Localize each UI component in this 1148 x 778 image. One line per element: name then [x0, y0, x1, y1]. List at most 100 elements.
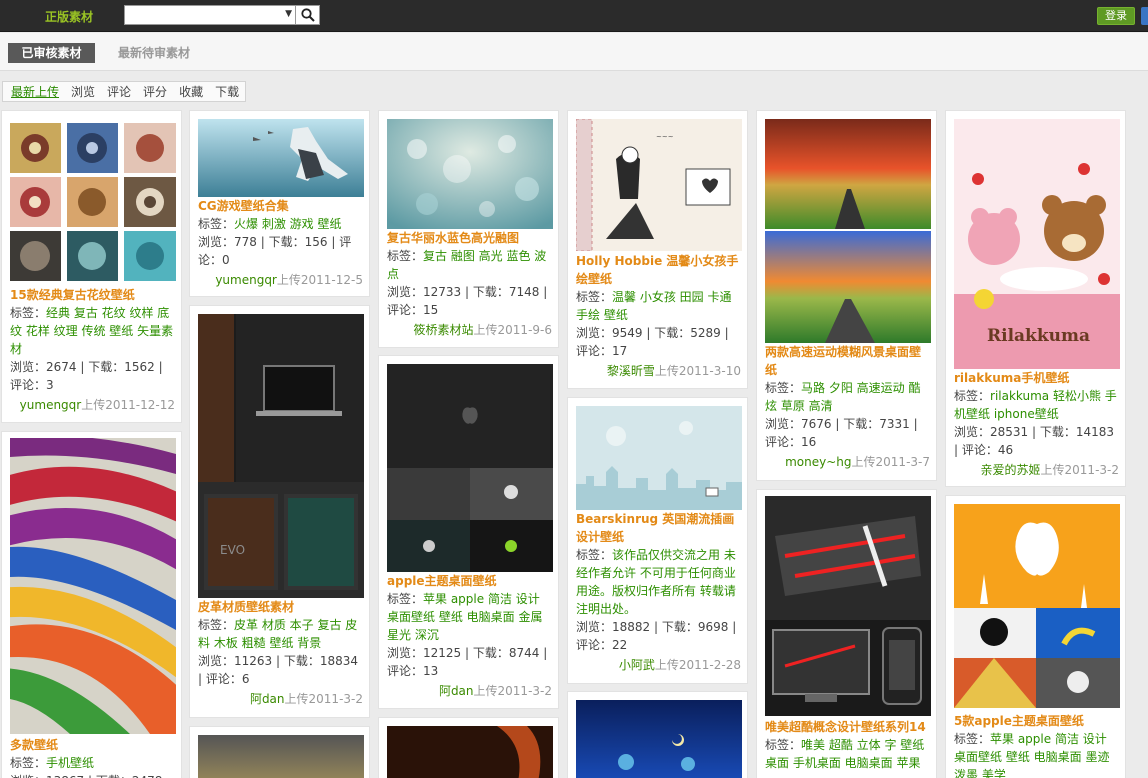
thumbnail-image[interactable] — [387, 364, 553, 572]
card-tags: 标签：苹果 apple 简洁 设计 桌面壁纸 壁纸 电脑桌面 墨迹 泼墨 美学 — [954, 730, 1119, 778]
tag-label: 标签： — [954, 732, 991, 746]
search-input[interactable] — [125, 6, 275, 24]
card-uploader: 筱桥素材站上传2011-9-6 — [387, 321, 553, 339]
uploaded-label: 上传 — [654, 364, 679, 378]
downloads-label: 下载： — [1039, 425, 1076, 439]
thumbnail-image[interactable] — [576, 406, 742, 510]
tab-approved[interactable]: 已审核素材 — [8, 43, 95, 63]
card-title[interactable]: Holly Hobbie 温馨小女孩手绘壁纸 — [576, 252, 741, 288]
views-label: 浏览： — [387, 285, 424, 299]
dropdown-arrow-icon[interactable]: ▼ — [285, 9, 292, 19]
card-title[interactable]: apple主题桌面壁纸 — [387, 572, 552, 590]
downloads-count: 156 — [304, 235, 328, 249]
thumbnail-image[interactable] — [576, 700, 742, 778]
tag-list[interactable]: 手机壁纸 — [46, 756, 94, 770]
views-count: 18882 — [612, 620, 651, 634]
thumbnail-image[interactable] — [10, 123, 176, 281]
card-title[interactable]: 两款高速运动模糊风景桌面壁纸 — [765, 343, 930, 379]
comments-count: 13 — [423, 664, 439, 678]
card-title[interactable]: rilakkuma手机壁纸 — [954, 369, 1119, 387]
card-tags: 标签：温馨 小女孩 田园 卡通 手绘 壁纸 — [576, 288, 741, 324]
card-title[interactable]: 复古华丽水蓝色高光融图 — [387, 229, 552, 247]
downloads-count: 5289 — [690, 326, 721, 340]
uploader-name[interactable]: money~hg — [785, 455, 851, 469]
sort-bar: 最新上传 浏览 评论 评分 收藏 下载 — [2, 81, 246, 102]
material-card: 唯美超酷概念设计壁纸系列14 标签：唯美 超酷 立体 字 壁纸 桌面 手机桌面 … — [756, 489, 937, 778]
card-stats: 浏览：28531 | 下载：14183 | 评论：46 — [954, 425, 1115, 457]
views-label: 浏览： — [10, 774, 46, 778]
card-title[interactable]: 皮革材质壁纸素材 — [198, 598, 363, 616]
card-title[interactable]: Bearskinrug 英国潮流插画设计壁纸 — [576, 510, 741, 546]
thumbnail-image[interactable]: EVO — [198, 314, 364, 598]
sort-latest[interactable]: 最新上传 — [11, 83, 59, 100]
views-count: 11263 — [234, 654, 273, 668]
thumbnail-image[interactable] — [954, 504, 1120, 708]
thumbnail-image[interactable] — [198, 119, 364, 197]
thumbnail-image[interactable] — [387, 119, 553, 229]
downloads-label: 下载： — [268, 235, 305, 249]
card-stats: 浏览：18882 | 下载：9698 | 评论：22 — [576, 620, 737, 652]
uploader-name[interactable]: 阿dan — [439, 684, 474, 698]
material-card — [567, 691, 748, 778]
tag-list[interactable]: 火爆 刺激 游戏 壁纸 — [234, 217, 341, 231]
uploader-name[interactable]: yumengqr — [215, 273, 277, 287]
downloads-label: 下载： — [283, 654, 320, 668]
uploaded-label: 上传 — [81, 398, 106, 412]
comments-count: 15 — [423, 303, 439, 317]
uploader-name[interactable]: 黎溪昕雪 — [607, 364, 655, 378]
uploader-name[interactable]: 筱桥素材站 — [414, 323, 474, 337]
sort-views[interactable]: 浏览 — [71, 83, 95, 100]
views-label: 浏览： — [198, 235, 235, 249]
card-title[interactable]: 5款apple主题桌面壁纸 — [954, 712, 1119, 730]
views-label: 浏览： — [765, 417, 802, 431]
top-bar: 正版素材 ▼ 登录 — [0, 0, 1148, 32]
uploaded-label: 上传 — [473, 323, 498, 337]
upload-date: 2011-12-12 — [105, 398, 175, 412]
sort-downloads[interactable]: 下载 — [215, 83, 239, 100]
tag-label: 标签： — [198, 217, 235, 231]
card-stats: 浏览：7676 | 下载：7331 | 评论：16 — [765, 417, 918, 449]
views-label: 浏览： — [576, 326, 613, 340]
search-box[interactable]: ▼ — [124, 5, 296, 25]
card-title[interactable]: 多款壁纸 — [10, 736, 175, 754]
views-count: 13867 — [46, 774, 84, 778]
card-title[interactable]: 唯美超酷概念设计壁纸系列14 — [765, 718, 930, 736]
views-label: 浏览： — [10, 360, 47, 374]
uploader-name[interactable]: 亲爱的苏姬 — [981, 463, 1041, 477]
card-uploader: 黎溪昕雪上传2011-3-10 — [576, 362, 741, 380]
comments-label: 评论： — [765, 435, 802, 449]
card-title[interactable]: 15款经典复古花纹壁纸 — [10, 286, 175, 304]
upload-date: 2011-2-28 — [678, 658, 741, 672]
thumbnail-image[interactable]: Rilakkuma — [954, 119, 1120, 369]
tab-pending[interactable]: 最新待审素材 — [118, 43, 190, 63]
uploader-name[interactable]: 小阿武 — [619, 658, 655, 672]
comments-label: 评论： — [10, 378, 47, 392]
thumbnail-image[interactable] — [765, 119, 931, 343]
card-tags: 标签：经典 复古 花纹 纹样 底纹 花样 纹理 传统 壁纸 矢量素材 — [10, 304, 175, 358]
uploader-name[interactable]: 阿dan — [250, 692, 285, 706]
thumbnail-image[interactable] — [198, 735, 364, 778]
material-card: Rilakkuma rilakkuma手机壁纸 标签：rilakkuma 轻松小… — [945, 110, 1126, 487]
thumbnail-image[interactable] — [765, 496, 931, 716]
thumbnail-image[interactable] — [387, 726, 553, 778]
svg-text:~~~: ~~~ — [656, 133, 674, 141]
sort-favorites[interactable]: 收藏 — [179, 83, 203, 100]
upload-date: 2011-12-5 — [300, 273, 363, 287]
register-button[interactable] — [1141, 7, 1148, 25]
brand-link[interactable]: 正版素材 — [45, 8, 93, 25]
comments-label: 评论： — [961, 443, 998, 457]
tag-label: 标签： — [954, 389, 991, 403]
login-button[interactable]: 登录 — [1097, 7, 1135, 25]
uploaded-label: 上传 — [654, 658, 679, 672]
sort-rating[interactable]: 评分 — [143, 83, 167, 100]
card-stats: 浏览：11263 | 下载：18834 | 评论：6 — [198, 654, 359, 686]
card-tags: 标签：火爆 刺激 游戏 壁纸 — [198, 215, 363, 233]
thumbnail-image[interactable] — [10, 438, 176, 734]
card-title[interactable]: CG游戏壁纸合集 — [198, 197, 363, 215]
uploader-name[interactable]: yumengqr — [20, 398, 82, 412]
search-button[interactable] — [296, 5, 320, 25]
downloads-label: 下载： — [472, 646, 509, 660]
sort-comments[interactable]: 评论 — [107, 83, 131, 100]
thumbnail-image[interactable]: ~~~ — [576, 119, 742, 251]
comments-count: 46 — [997, 443, 1014, 457]
